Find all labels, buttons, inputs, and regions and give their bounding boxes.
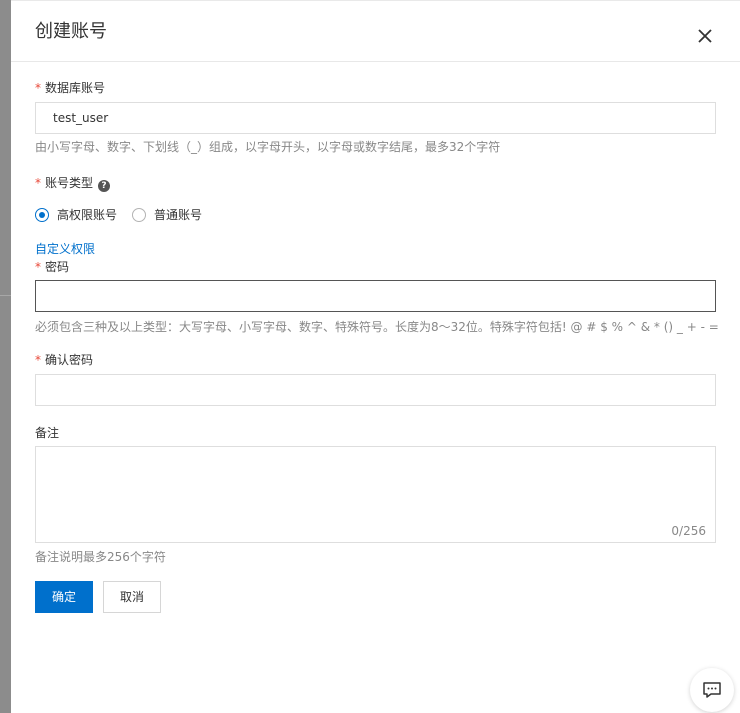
create-account-dialog: 创建账号 * 数据库账号 test_user 由小写字母、数字、下划线（_）组成，…: [11, 0, 740, 713]
remark-textarea[interactable]: 0/256: [35, 446, 716, 543]
dialog-header: 创建账号: [11, 1, 740, 62]
feedback-button[interactable]: [690, 668, 734, 712]
dialog-title: 创建账号: [35, 21, 107, 42]
custom-permission-link[interactable]: 自定义权限: [35, 241, 95, 257]
background-overlay-strip: [0, 0, 11, 713]
remark-hint: 备注说明最多256个字符: [35, 550, 166, 564]
password-label: * 密码: [35, 259, 69, 275]
close-icon: [697, 28, 715, 44]
required-mark: *: [35, 176, 41, 190]
remark-char-counter: 0/256: [671, 524, 706, 538]
password-hint: 必须包含三种及以上类型：大写字母、小写字母、数字、特殊符号。长度为8～32位。特…: [35, 320, 719, 334]
confirm-password-input[interactable]: [35, 374, 716, 406]
confirm-password-label-text: 确认密码: [45, 353, 94, 367]
radio-dot: [132, 208, 146, 222]
password-label-text: 密码: [45, 260, 70, 274]
radio-label: 普通账号: [154, 208, 203, 222]
required-mark: *: [35, 81, 41, 95]
required-mark: *: [35, 260, 41, 274]
required-mark: *: [35, 353, 41, 367]
confirm-password-label: * 确认密码: [35, 352, 93, 368]
radio-label: 高权限账号: [57, 208, 118, 222]
overlay-divider: [0, 295, 11, 296]
radio-dot-checked: [35, 208, 49, 222]
password-input[interactable]: [35, 280, 716, 312]
db-account-hint: 由小写字母、数字、下划线（_）组成，以字母开头，以字母或数字结尾，最多32个字符: [35, 140, 501, 154]
account-type-label: * 账号类型?: [35, 175, 111, 192]
db-account-label-text: 数据库账号: [45, 81, 106, 95]
db-account-label: * 数据库账号: [35, 80, 105, 96]
confirm-button[interactable]: 确定: [35, 581, 93, 613]
question-circle-icon[interactable]: ?: [98, 180, 111, 192]
cancel-button[interactable]: 取消: [103, 581, 161, 613]
remark-label: 备注: [35, 426, 60, 440]
account-type-label-text: 账号类型: [45, 176, 94, 190]
db-account-input[interactable]: test_user: [35, 102, 716, 134]
close-button[interactable]: [697, 28, 715, 46]
